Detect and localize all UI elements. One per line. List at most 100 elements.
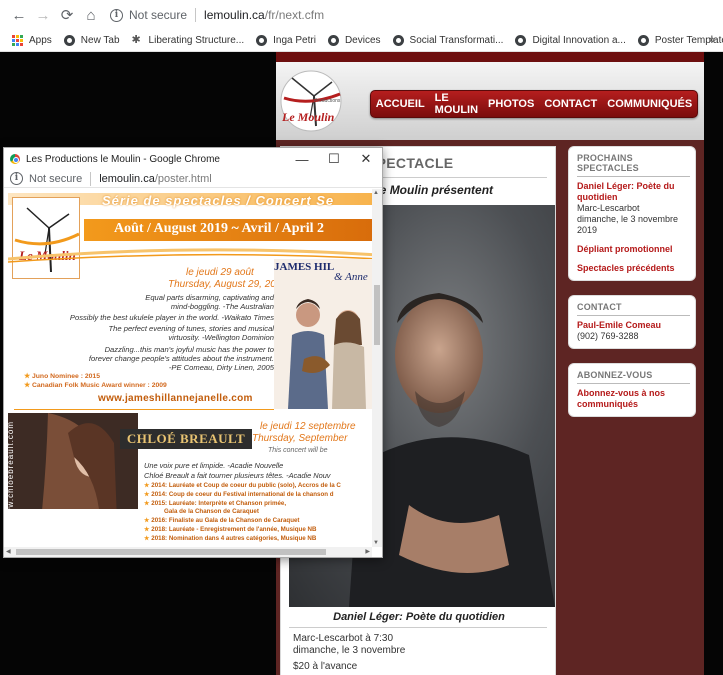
security-label: Not secure [129,8,188,22]
flyer-link[interactable]: Dépliant promotionnel [577,244,690,255]
globe-icon [63,35,75,46]
chloe-award: 2014: Lauréate et Coup de coeur du publi… [144,482,341,489]
chloe-award: 2016: Finaliste au Gala de la Chanson de… [144,517,299,524]
upcoming-shows-box: PROCHAINS SPECTACLES Daniel Léger: Poète… [568,146,696,281]
globe-icon [256,35,268,46]
sidebar: PROCHAINS SPECTACLES Daniel Léger: Poète… [568,146,696,431]
quote-line: The perfect evening of tunes, stories an… [108,324,274,333]
window-controls: — ☐ ✕ [286,148,382,170]
bookmark-label: Inga Petri [273,35,316,46]
url-domain: lemoulin.ca [204,8,265,22]
vertical-scroll-thumb[interactable] [374,285,380,345]
nav-contact[interactable]: CONTACT [539,98,602,110]
scroll-right-icon[interactable]: ▶ [365,548,370,555]
quote-line: mind-boggling. -The Australian [170,302,274,311]
contact-phone: (902) 769-3288 [577,331,639,341]
concert-poster: Série de spectacles / Concert Se Août / … [4,189,372,547]
chloe-award: 2018: Lauréate - Enregistrement de l'ann… [144,526,316,533]
popup-viewport: Série de spectacles / Concert Se Août / … [4,189,372,547]
past-shows-link[interactable]: Spectacles précédents [577,263,690,274]
reload-icon[interactable]: ⟳ [56,4,78,26]
ticket-price: $20 à l'avance [293,661,358,672]
scroll-down-icon[interactable]: ▼ [373,540,379,546]
info-icon[interactable]: i [110,8,123,22]
show1-date-fr: le jeudi 29 août [186,267,254,278]
scroll-left-icon[interactable]: ◀ [6,548,11,555]
windmill-icon [14,207,80,273]
chloe-award-continued: Gala de la Chanson de Caraquet [164,508,259,515]
popup-vertical-scrollbar[interactable]: ▲ ▼ [372,189,382,547]
chrome-icon [10,154,20,164]
popup-titlebar[interactable]: Les Productions le Moulin - Google Chrom… [4,148,382,170]
popup-title: Les Productions le Moulin - Google Chrom… [26,153,220,165]
address-bar[interactable]: i Not secure lemoulin.ca/fr/next.cfm [110,8,324,22]
james-hill-title: JAMES HIL [274,261,335,273]
popup-security-label: Not secure [29,172,83,185]
logo-wordmark: Le Moulin [282,110,335,124]
bookmark-new-tab[interactable]: New Tab [63,35,120,46]
contact-name-link[interactable]: Paul-Emile Comeau [577,320,690,331]
popup-url-path: /poster.html [154,172,212,185]
chloe-breault-photo [8,413,138,509]
home-icon[interactable]: ⌂ [80,4,102,26]
forward-arrow-icon[interactable]: → [32,4,54,26]
site-top-band [276,52,704,62]
bookmark-inga-petri[interactable]: Inga Petri [256,35,316,46]
bookmark-devices[interactable]: Devices [327,35,381,46]
upcoming-title: PROCHAINS SPECTACLES [577,153,690,177]
venue-date: dimanche, le 3 novembre [293,645,406,656]
bookmark-label: Devices [344,35,381,46]
upcoming-date: dimanche, le 3 novembre 2019 [577,214,679,235]
show2-date-fr: le jeudi 12 septembre [260,421,356,432]
popup-address-bar[interactable]: i Not secure lemoulin.ca/poster.html [4,170,382,188]
subscribe-title: ABONNEZ-VOUS [577,370,690,384]
chloe-website-vertical: www.chloebreault.com [6,421,15,522]
chloe-award: 2018: Nomination dans 4 autres catégorie… [144,535,316,542]
bookmark-label: New Tab [80,35,120,46]
url-path: /fr/next.cfm [264,8,325,22]
contact-box: CONTACT Paul-Emile Comeau (902) 769-3288 [568,295,696,349]
quote-line: virtuosity. -Wellington Dominion [168,333,274,342]
horizontal-scroll-thumb[interactable] [16,549,326,555]
info-icon[interactable]: i [10,172,23,185]
close-button[interactable]: ✕ [350,148,382,170]
subscribe-link[interactable]: Abonnez-vous à nos communiqués [577,388,690,410]
poster-series-title: Série de spectacles / Concert Se [102,193,335,208]
popup-horizontal-scrollbar[interactable]: ◀ ▶ [4,547,372,557]
upcoming-show-link[interactable]: Daniel Léger: Poète du quotidien [577,181,690,203]
scroll-up-icon[interactable]: ▲ [373,190,379,196]
quote-line: -PE Comeau, Dirty Linen, 2005 [168,363,274,372]
bookmark-digital-innovation[interactable]: Digital Innovation a... [515,35,626,46]
logo-small-text: Productions [314,98,341,104]
bookmarks-bar: Apps New Tab ✱ Liberating Structure... I… [0,30,723,52]
apps-icon [12,35,23,46]
main-nav: ACCUEIL LE MOULIN PHOTOS CONTACT COMMUNI… [370,90,698,118]
back-arrow-icon[interactable]: ← [8,4,30,26]
poster-date-range: Août / August 2019 ~ Avril / April 2 [114,221,325,236]
caption-divider [289,627,547,628]
site-header: Le Moulin Productions ACCUEIL LE MOULIN … [276,62,704,140]
bookmark-label: Apps [29,35,52,46]
minimize-button[interactable]: — [286,148,318,170]
spark-icon: ✱ [131,34,141,46]
nav-le-moulin[interactable]: LE MOULIN [430,92,483,116]
quote-line: Dazzling...this man's joyful music has t… [104,345,274,354]
bookmark-liberating-structures[interactable]: ✱ Liberating Structure... [131,34,245,47]
bookmark-apps[interactable]: Apps [12,35,52,46]
chloe-portrait [8,413,138,509]
award-line: Juno Nominee : 2015 [24,372,100,380]
nav-communiques[interactable]: COMMUNIQUÉS [602,98,697,110]
bookmark-label: Liberating Structure... [148,35,245,46]
nav-accueil[interactable]: ACCUEIL [371,98,430,110]
contact-title: CONTACT [577,302,690,316]
more-bookmarks-icon[interactable]: » [709,34,715,46]
chloe-quote: Une voix pure et limpide. -Acadie Nouvel… [144,461,284,470]
bookmark-label: Digital Innovation a... [532,35,626,46]
nav-photos[interactable]: PHOTOS [483,98,539,110]
show2-date-en: Thursday, September [252,433,348,444]
bookmark-social-transformation[interactable]: Social Transformati... [392,35,503,46]
globe-icon [327,35,339,46]
chloe-award: 2014: Coup de coeur du Festival internat… [144,491,333,498]
browser-toolbar: ← → ⟳ ⌂ i Not secure lemoulin.ca/fr/next… [0,0,723,30]
maximize-button[interactable]: ☐ [318,148,350,170]
